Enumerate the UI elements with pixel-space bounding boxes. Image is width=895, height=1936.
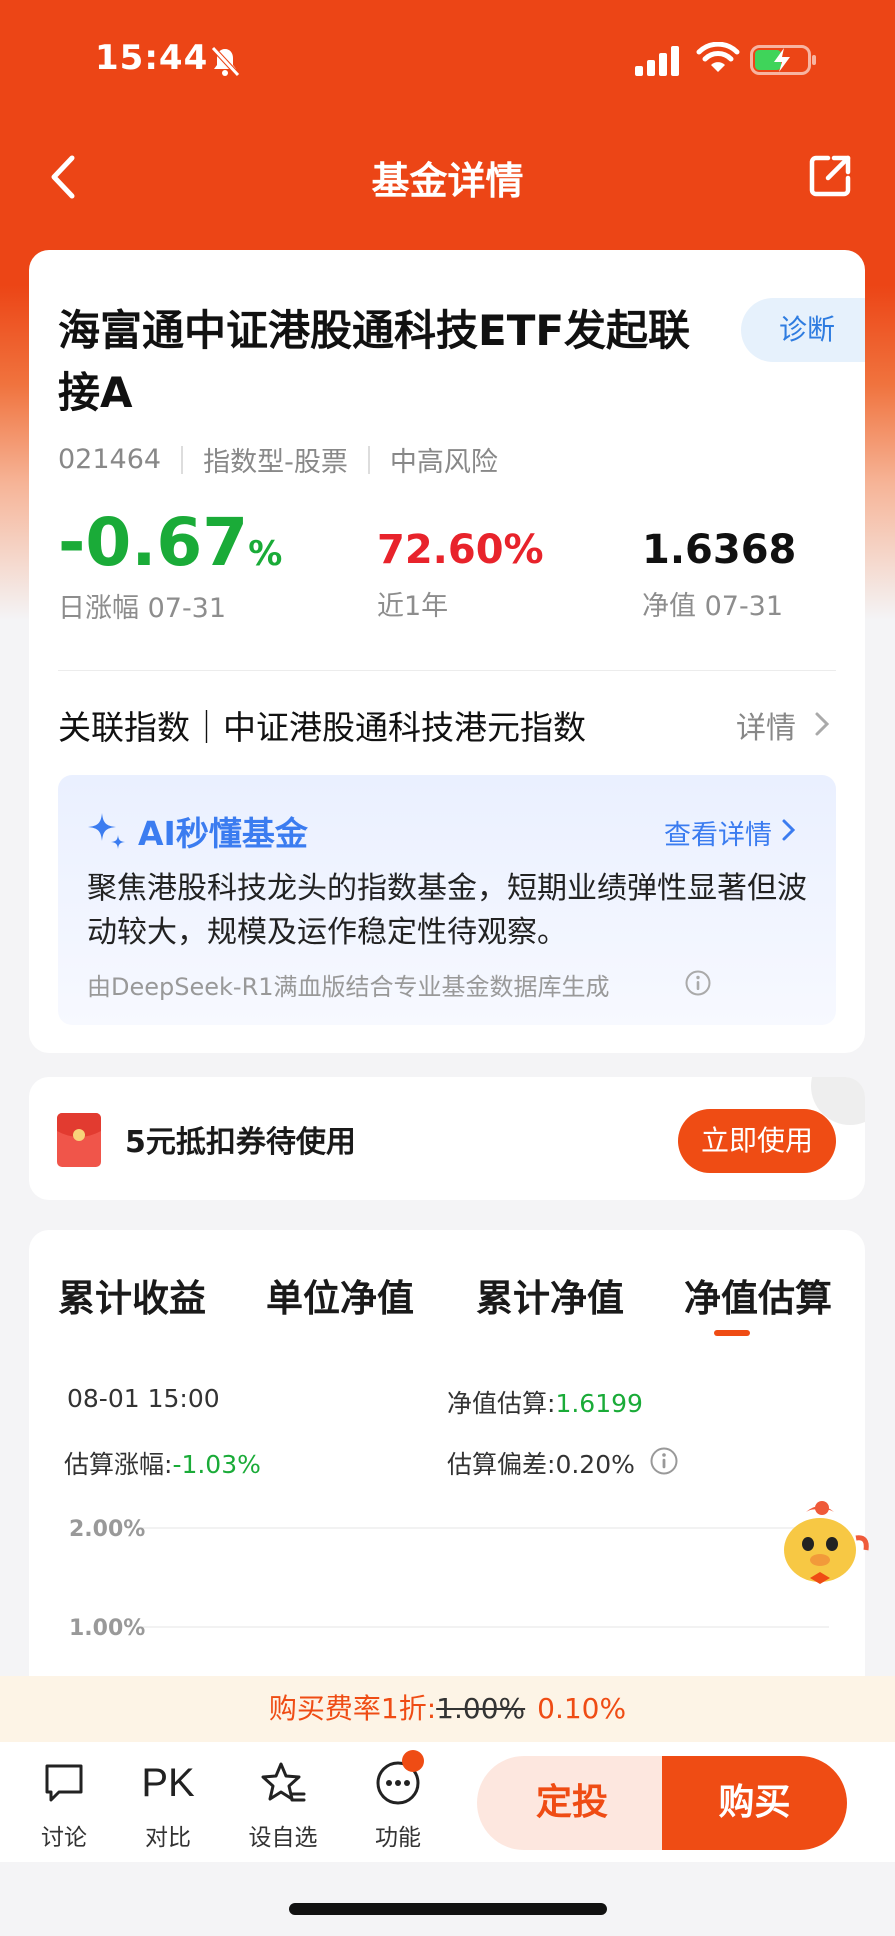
ai-view-details-link[interactable]: 查看详情 [664,813,772,852]
y-tick-label: 2.00% [69,1517,145,1542]
red-envelope-icon [57,1113,101,1167]
estimate-deviation-label: 估算偏差: [447,1450,556,1479]
estimate-nav: 净值估算:1.6199 [447,1384,643,1420]
fund-risk: 中高风险 [389,447,498,478]
tab-unit-nav[interactable]: 单位净值 [266,1268,414,1322]
estimate-change-value: -1.03% [172,1450,261,1479]
estimate-change-label: 估算涨幅: [64,1450,173,1479]
signal-icon [635,46,679,76]
fee-discount-bar: 购买费率1折:1.00% 0.10% [0,1676,895,1742]
fund-summary-card: 海富通中证港股通科技ETF发起联接A 诊断 021464 指数型-股票 中高风险… [29,250,865,1053]
wifi-icon [696,42,740,72]
index-detail-link[interactable]: 详情 [736,703,796,747]
estimate-deviation-value: 0.20% [555,1450,635,1479]
info-icon[interactable] [649,1446,679,1476]
day-change-label: 日涨幅 07-31 [58,593,227,624]
home-indicator-area [0,1862,895,1936]
divider [58,670,836,671]
pk-icon: PK [141,1761,195,1805]
nav-chart-card: 累计收益 单位净值 累计净值 净值估算 08-01 15:00 净值估算:1.6… [29,1230,865,1730]
day-change-value: -0.67 [58,504,249,581]
fee-new-rate: 0.10% [537,1692,627,1725]
functions-label: 功能 [375,1825,421,1851]
estimate-nav-value: 1.6199 [555,1389,643,1418]
functions-button[interactable]: 功能 [358,1760,438,1852]
coupon-text: 5元抵扣券待使用 [125,1125,356,1160]
estimate-change: 估算涨幅:-1.03% [64,1445,261,1481]
star-add-icon [261,1762,306,1802]
fee-old-rate: 1.00% [436,1692,526,1725]
related-index-text: 关联指数｜中证港股通科技港元指数 [58,708,586,747]
page-title: 基金详情 [371,159,524,203]
ai-sparkle-icon [88,813,125,849]
info-icon[interactable] [684,969,712,997]
ai-summary-box: AI秒懂基金 查看详情 聚焦港股科技龙头的指数基金，短期业绩弹性显著但波动较大，… [58,775,836,1025]
related-index-row[interactable]: 关联指数｜中证港股通科技港元指数 详情 [58,693,836,753]
add-watchlist-button[interactable]: 设自选 [243,1760,323,1852]
ai-summary-text: 聚焦港股科技龙头的指数基金，短期业绩弹性显著但波动较大，规模及运作稳定性待观察。 [87,871,807,950]
estimate-nav-label: 净值估算: [447,1389,556,1418]
active-tab-indicator [714,1330,750,1336]
use-coupon-button[interactable]: 立即使用 [678,1109,836,1173]
status-time: 15:44 [95,38,209,78]
meta-divider [181,445,184,474]
meta-divider [367,445,370,474]
buy-button[interactable]: 购买 [662,1756,847,1850]
add-watchlist-label: 设自选 [248,1825,318,1851]
home-indicator[interactable] [289,1903,607,1915]
tab-cumulative-nav[interactable]: 累计净值 [476,1268,624,1322]
day-change-unit: % [248,534,283,574]
compare-label: 对比 [145,1825,191,1851]
day-change-stat: -0.67% 日涨幅 07-31 [58,510,282,625]
fund-code: 021464 [58,444,162,475]
nav-label: 净值 07-31 [642,591,784,622]
fund-meta: 021464 指数型-股票 中高风险 [58,440,498,479]
chevron-right-icon [815,712,830,736]
bell-muted-icon [211,46,240,77]
estimate-deviation: 估算偏差:0.20% [447,1445,635,1481]
discuss-label: 讨论 [41,1825,87,1851]
y-tick-label: 1.00% [69,1616,145,1641]
status-bar: 15:44 [0,0,895,120]
fund-name: 海富通中证港股通科技ETF发起联接A [58,306,691,417]
share-icon[interactable] [806,152,854,200]
mascot-icon[interactable] [776,1498,872,1588]
year-return-value: 72.60% [377,527,544,573]
nav-bar: 基金详情 [0,140,895,210]
auto-invest-button[interactable]: 定投 [477,1756,667,1850]
chat-bubble-icon [45,1764,83,1802]
compare-button[interactable]: PK 对比 [128,1760,208,1852]
battery-charging-icon [750,45,816,75]
fund-type: 指数型-股票 [203,447,348,478]
discuss-button[interactable]: 讨论 [24,1760,104,1852]
estimate-time: 08-01 15:00 [67,1384,220,1413]
chart-tabs: 累计收益 单位净值 累计净值 净值估算 [58,1268,858,1328]
ai-source-text: 由DeepSeek-R1满血版结合专业基金数据库生成 [87,973,610,1001]
coupon-card: 5元抵扣券待使用 立即使用 [29,1077,865,1200]
nav-value: 1.6368 [642,527,797,573]
notification-dot [402,1750,424,1772]
tab-nav-estimate[interactable]: 净值估算 [684,1268,832,1322]
diagnose-button[interactable]: 诊断 [741,298,865,362]
year-return-stat: 72.60% 近1年 [377,526,544,623]
chevron-right-icon [782,819,796,841]
tab-cumulative-return[interactable]: 累计收益 [58,1268,206,1322]
nav-stat: 1.6368 净值 07-31 [642,526,796,623]
fee-prefix: 购买费率1折: [268,1692,437,1725]
ai-title: AI秒懂基金 [138,814,308,853]
year-return-label: 近1年 [377,591,449,622]
